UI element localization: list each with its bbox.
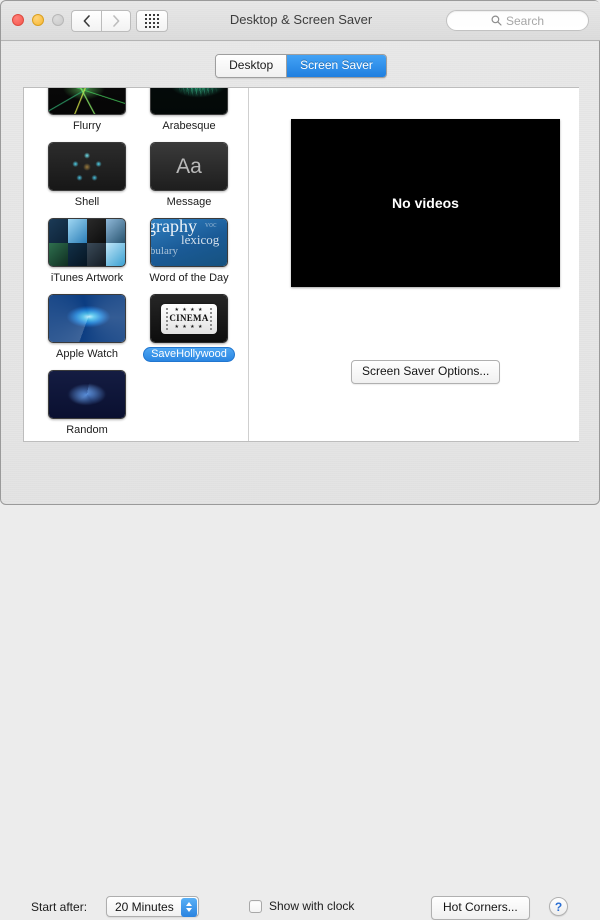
- flurry-art-icon: [49, 88, 125, 114]
- show-with-clock-row[interactable]: Show with clock: [249, 899, 354, 913]
- saver-item-message[interactable]: Aa Message: [142, 142, 236, 210]
- forward-button[interactable]: [101, 10, 131, 32]
- navigation-buttons: [71, 10, 131, 32]
- wotd-word: abulary: [151, 245, 178, 257]
- popup-stepper-arrows-icon[interactable]: [181, 898, 197, 917]
- wotd-word: lexicog: [181, 232, 219, 248]
- search-placeholder: Search: [506, 14, 544, 28]
- random-art-icon: [49, 371, 125, 418]
- tab-bar: Desktop Screen Saver: [1, 54, 600, 78]
- saver-label: Shell: [69, 195, 105, 210]
- saver-label: Message: [161, 195, 218, 210]
- search-field[interactable]: Search: [446, 10, 589, 31]
- ticket-stars-bottom: ★ ★ ★ ★: [174, 324, 203, 330]
- saver-thumbnail[interactable]: graphy lexicog abulary voc: [150, 218, 228, 267]
- traffic-lights: [12, 14, 64, 26]
- word-of-the-day-art-icon: graphy lexicog abulary voc: [151, 219, 227, 266]
- saver-item-flurry[interactable]: Flurry: [40, 88, 134, 134]
- saver-label: Word of the Day: [143, 271, 234, 286]
- bottom-controls: Start after: 20 Minutes Show with clock …: [1, 449, 600, 489]
- saver-label: Arabesque: [156, 119, 221, 134]
- saver-label: Flurry: [67, 119, 107, 134]
- saver-item-word-of-the-day[interactable]: graphy lexicog abulary voc Word of the D…: [142, 218, 236, 286]
- system-preferences-window: Desktop & Screen Saver Search Desktop Sc…: [0, 0, 600, 505]
- saver-item-shell[interactable]: Shell: [40, 142, 134, 210]
- wotd-word: voc: [205, 220, 217, 229]
- apple-watch-art-icon: [49, 295, 125, 342]
- savehollywood-art-icon: ★ ★ ★ ★ CINEMA ★ ★ ★ ★: [151, 295, 227, 342]
- preview-message: No videos: [392, 195, 459, 211]
- message-sample-text: Aa: [176, 156, 202, 177]
- saver-label: Random: [60, 423, 114, 438]
- hot-corners-button[interactable]: Hot Corners...: [431, 896, 530, 920]
- show-with-clock-checkbox[interactable]: [249, 900, 262, 913]
- saver-item-apple-watch[interactable]: Apple Watch: [40, 294, 134, 362]
- minimize-button[interactable]: [32, 14, 44, 26]
- chevron-right-icon: [113, 15, 120, 27]
- tab-desktop[interactable]: Desktop: [216, 55, 286, 77]
- saver-thumbnail[interactable]: [48, 88, 126, 115]
- zoom-button[interactable]: [52, 14, 64, 26]
- show-all-grid-icon: [145, 14, 159, 28]
- screen-saver-grid: Flurry Arabesque Shell Aa Mes: [24, 88, 248, 441]
- saver-thumbnail[interactable]: [48, 142, 126, 191]
- chevron-left-icon: [83, 15, 90, 27]
- screen-saver-list[interactable]: Flurry Arabesque Shell Aa Mes: [24, 88, 248, 441]
- start-after-value: 20 Minutes: [115, 900, 181, 914]
- title-bar: Desktop & Screen Saver Search: [1, 1, 600, 41]
- start-after-label: Start after:: [31, 900, 87, 914]
- screen-saver-options-button[interactable]: Screen Saver Options...: [351, 360, 500, 384]
- shell-art-icon: [49, 143, 125, 190]
- search-icon: [491, 15, 502, 26]
- tab-screen-saver[interactable]: Screen Saver: [286, 55, 386, 77]
- message-art-icon: Aa: [151, 143, 227, 190]
- saver-label: Apple Watch: [50, 347, 124, 362]
- preview-screen: No videos: [291, 119, 560, 287]
- saver-item-arabesque[interactable]: Arabesque: [142, 88, 236, 134]
- cinema-ticket-icon: ★ ★ ★ ★ CINEMA ★ ★ ★ ★: [161, 304, 217, 334]
- close-button[interactable]: [12, 14, 24, 26]
- back-button[interactable]: [71, 10, 101, 32]
- saver-item-savehollywood[interactable]: ★ ★ ★ ★ CINEMA ★ ★ ★ ★ SaveHollywood: [142, 294, 236, 362]
- itunes-artwork-art-icon: [49, 219, 125, 266]
- saver-label: iTunes Artwork: [45, 271, 129, 286]
- saver-thumbnail[interactable]: [150, 88, 228, 115]
- arabesque-art-icon: [151, 88, 227, 114]
- show-with-clock-label: Show with clock: [269, 899, 354, 913]
- saver-label-selected: SaveHollywood: [143, 347, 235, 362]
- saver-thumbnail[interactable]: ★ ★ ★ ★ CINEMA ★ ★ ★ ★: [150, 294, 228, 343]
- ticket-title: CINEMA: [169, 313, 208, 324]
- saver-item-itunes-artwork[interactable]: iTunes Artwork: [40, 218, 134, 286]
- content-box: Flurry Arabesque Shell Aa Mes: [23, 87, 579, 442]
- help-button[interactable]: ?: [549, 897, 568, 916]
- saver-thumbnail[interactable]: [48, 218, 126, 267]
- saver-thumbnail[interactable]: [48, 370, 126, 419]
- saver-item-random[interactable]: Random: [40, 370, 134, 438]
- show-all-button[interactable]: [136, 10, 168, 32]
- saver-thumbnail[interactable]: Aa: [150, 142, 228, 191]
- preview-pane: No videos Screen Saver Options...: [249, 88, 579, 441]
- start-after-popup-button[interactable]: 20 Minutes: [106, 896, 199, 917]
- saver-thumbnail[interactable]: [48, 294, 126, 343]
